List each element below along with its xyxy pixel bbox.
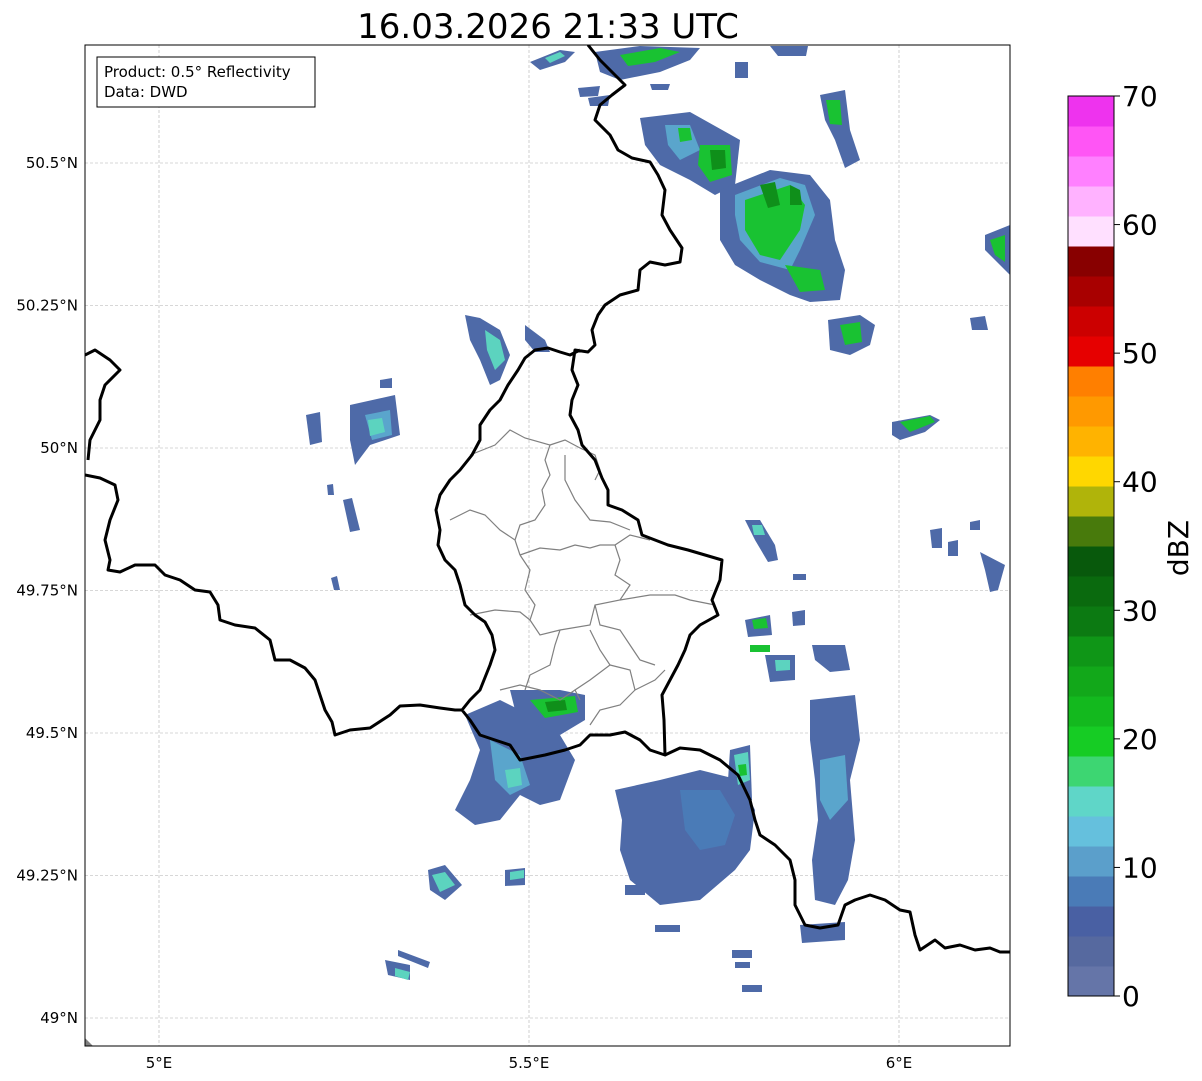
lon-tick-label: 5.5°E	[509, 1054, 550, 1072]
lat-tick-label: 50°N	[40, 439, 78, 457]
colorbar-swatch	[1068, 696, 1114, 727]
colorbar-swatch	[1068, 306, 1114, 337]
colorbar-swatch	[1068, 216, 1114, 247]
colorbar-tick-label: 20	[1122, 723, 1158, 756]
colorbar-label: dBZ	[1162, 520, 1195, 576]
colorbar-swatch	[1068, 726, 1114, 757]
info-product: Product: 0.5° Reflectivity	[104, 63, 291, 81]
colorbar-tick-label: 50	[1122, 337, 1158, 370]
longitude-labels: 5°E5.5°E6°E6.5°E7°E	[146, 1054, 913, 1072]
colorbar-swatch	[1068, 156, 1114, 187]
colorbar-tick-label: 30	[1122, 594, 1158, 627]
colorbar-swatch	[1068, 576, 1114, 607]
colorbar-swatch	[1068, 936, 1114, 967]
colorbar-tick-label: 70	[1122, 80, 1158, 113]
colorbar-swatch	[1068, 126, 1114, 157]
colorbar-tick-label: 10	[1122, 851, 1158, 884]
colorbar-swatch	[1068, 606, 1114, 637]
latitude-labels: 50.5°N 50.25°N 50°N 49.75°N 49.5°N 49.25°N 49°…	[16, 154, 78, 1027]
colorbar-swatch	[1068, 366, 1114, 397]
map-title: 16.03.2026 21:33 UTC	[357, 7, 739, 47]
colorbar-swatch	[1068, 456, 1114, 487]
colorbar-swatch	[1068, 426, 1114, 457]
colorbar-tick-label: 0	[1122, 980, 1140, 1013]
colorbar-swatch	[1068, 276, 1114, 307]
lat-tick-label: 50.5°N	[26, 154, 78, 172]
colorbar-swatch	[1068, 186, 1114, 217]
map-panel: Product: 0.5° Reflectivity Data: DWD	[84, 44, 1011, 1047]
colorbar-swatch	[1068, 96, 1114, 127]
colorbar-swatch	[1068, 966, 1114, 997]
colorbar-swatch	[1068, 756, 1114, 787]
lat-tick-label: 49.25°N	[16, 867, 78, 885]
colorbar-swatch	[1068, 246, 1114, 277]
colorbar-tick-label: 40	[1122, 466, 1158, 499]
colorbar-swatch	[1068, 666, 1114, 697]
lat-tick-label: 49.75°N	[16, 582, 78, 600]
colorbar-swatch	[1068, 636, 1114, 667]
colorbar-swatch	[1068, 516, 1114, 547]
colorbar-swatch	[1068, 546, 1114, 577]
colorbar-swatch	[1068, 846, 1114, 877]
colorbar-swatch	[1068, 336, 1114, 367]
lon-tick-label: 6°E	[886, 1054, 913, 1072]
colorbar-swatch	[1068, 396, 1114, 427]
colorbar: 0 10 20 30 40 50 60 70 dBZ	[1067, 80, 1195, 1013]
colorbar-ticks: 0 10 20 30 40 50 60 70	[1114, 80, 1158, 1013]
colorbar-swatch	[1068, 786, 1114, 817]
colorbar-swatch	[1068, 486, 1114, 517]
colorbar-swatch	[1068, 906, 1114, 937]
lon-tick-label: 5°E	[146, 1054, 173, 1072]
colorbar-swatch	[1068, 876, 1114, 907]
lat-tick-label: 49°N	[40, 1009, 78, 1027]
colorbar-tick-label: 60	[1122, 209, 1158, 242]
colorbar-swatches	[1068, 96, 1114, 997]
colorbar-swatch	[1068, 816, 1114, 847]
info-data-source: Data: DWD	[104, 83, 188, 101]
info-box: Product: 0.5° Reflectivity Data: DWD	[96, 56, 316, 108]
lat-tick-label: 49.5°N	[26, 724, 78, 742]
lat-tick-label: 50.25°N	[16, 297, 78, 315]
radar-map-figure: 16.03.2026 21:33 UTC Product: 0.5° Refle…	[16, 7, 1195, 1072]
